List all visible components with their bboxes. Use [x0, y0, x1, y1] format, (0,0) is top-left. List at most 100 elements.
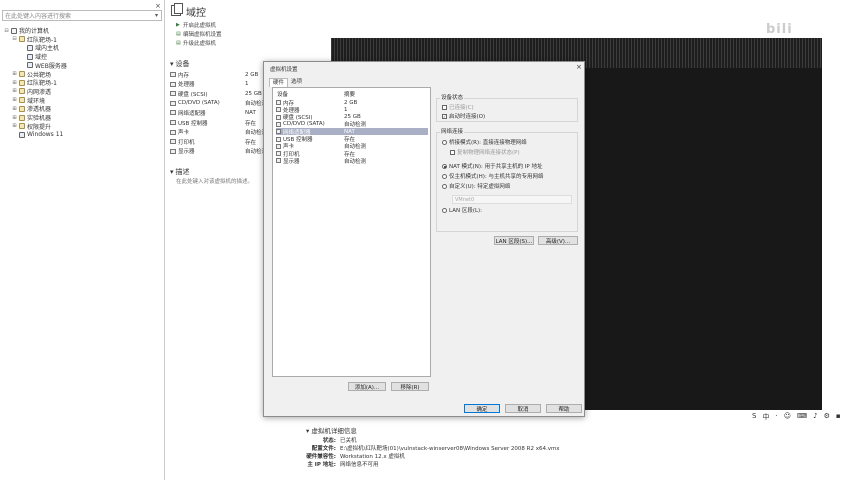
edit-icon: ▤: [176, 30, 181, 37]
page-title: 域控: [186, 8, 206, 19]
tray-icon[interactable]: ♪: [813, 412, 817, 422]
device-value: 自动检测: [245, 101, 263, 108]
detail-value: 已关机: [340, 438, 357, 444]
help-button[interactable]: 帮助: [546, 404, 582, 413]
tree-item[interactable]: ⊞ 内网渗透: [12, 87, 51, 96]
ok-button[interactable]: 确定: [464, 404, 500, 413]
close-icon[interactable]: ×: [155, 2, 161, 10]
hardware-icon: [276, 129, 281, 135]
radio-icon: [442, 207, 447, 213]
tree-item[interactable]: ⊟ 红队靶场-1: [12, 35, 57, 44]
vmnet-select[interactable]: VMnet0: [452, 195, 572, 204]
custom-radio[interactable]: 自定义(U): 特定虚拟网络: [442, 182, 510, 190]
dialog-title: 虚拟机设置: [270, 67, 298, 73]
vm-settings-dialog: 虚拟机设置 × 硬件 选项 设备 摘要 内存 2 GB 处理器 1 硬盘 (SCSI) 2…: [263, 61, 585, 417]
tree-item[interactable]: ⊞ 渗透机器: [12, 104, 51, 113]
tree-item-label: 红队靶场-1: [27, 80, 57, 88]
tray-icon[interactable]: ☺: [784, 412, 791, 422]
device-icon: [170, 100, 176, 106]
nat-radio[interactable]: NAT 模式(N): 用于共享主机的 IP 地址: [442, 162, 543, 170]
hardware-icon: [276, 107, 281, 113]
host-only-radio[interactable]: 仅主机模式(H): 与主机共享的专用网络: [442, 172, 544, 180]
tray-icon[interactable]: ·: [775, 412, 777, 422]
collapse-icon[interactable]: ⊟: [4, 28, 9, 34]
replicate-state-checkbox[interactable]: 复制物理网络连接状态(P): [450, 148, 520, 156]
connected-checkbox[interactable]: 已连接(C): [442, 103, 474, 111]
description-text[interactable]: 在此处键入对该虚拟机的描述。: [176, 177, 253, 185]
expand-icon[interactable]: ⊞: [12, 97, 17, 103]
expand-icon[interactable]: ⊞: [12, 123, 17, 129]
bridged-radio[interactable]: 桥接模式(R): 直接连接物理网络: [442, 138, 527, 146]
tree-item[interactable]: WEB服务器: [20, 61, 67, 70]
checkbox-icon: [450, 149, 455, 155]
lan-segment-radio[interactable]: LAN 区段(L):: [442, 206, 482, 214]
expand-icon[interactable]: ⊞: [12, 106, 17, 112]
play-icon: ▶: [176, 21, 180, 28]
device-value: NAT: [245, 109, 256, 116]
tree-item[interactable]: ⊞ 红队靶场-1: [12, 78, 57, 87]
cancel-button[interactable]: 取消: [505, 404, 541, 413]
device-row[interactable]: 显示器自动检测: [170, 147, 263, 156]
tree-item[interactable]: 域内主机: [20, 43, 59, 52]
chevron-down-icon[interactable]: ▾: [152, 12, 161, 19]
expand-icon[interactable]: ⊞: [12, 80, 17, 86]
power-on-command[interactable]: ▶ 开启此虚拟机: [176, 21, 216, 29]
connect-at-power-on-checkbox[interactable]: ✓ 启动时连接(O): [442, 112, 485, 120]
vm-icon: [19, 131, 25, 138]
tray-icon[interactable]: S: [752, 412, 756, 422]
tab-hardware[interactable]: 硬件: [269, 78, 289, 87]
device-row[interactable]: 网络适配器 NAT: [170, 108, 263, 117]
tree-item-label: 权限提升: [27, 123, 52, 131]
tree-item[interactable]: 域控: [20, 52, 47, 61]
tree-item[interactable]: ⊞ 域环境: [12, 96, 45, 105]
expand-icon[interactable]: ⊞: [12, 115, 17, 121]
tray-icon[interactable]: 中: [762, 412, 769, 422]
folder-icon: [19, 105, 25, 112]
advanced-button[interactable]: 高级(V)...: [538, 236, 578, 245]
library-panel: × 在此处键入内容进行搜索 ▾ ⊟ 我的计算机 ⊟ 红队靶场-1 域内主机 域控 WEB服务…: [0, 0, 165, 480]
vm-details-header[interactable]: ▾ 虚拟机详细信息: [306, 425, 357, 435]
folder-icon: [19, 123, 25, 130]
expand-icon[interactable]: ⊞: [12, 71, 17, 77]
folder-icon: [19, 36, 25, 43]
hardware-icon: [276, 114, 281, 120]
dialog-close-icon[interactable]: ×: [576, 63, 582, 71]
upgrade-command[interactable]: ▤ 升级此虚拟机: [176, 39, 216, 47]
tree-item[interactable]: ⊞ 权限提升: [12, 122, 51, 131]
description-section-header[interactable]: ▾ 描述: [170, 167, 190, 177]
tray-icon[interactable]: ⌨: [797, 412, 807, 422]
collapse-icon[interactable]: ⊟: [12, 36, 17, 42]
tray-icon[interactable]: ▪: [836, 412, 841, 422]
device-row[interactable]: 声卡自动检测: [170, 128, 263, 137]
edit-settings-command[interactable]: ▤ 编辑虚拟机设置: [176, 30, 222, 38]
hardware-summary: 1: [344, 106, 348, 113]
device-value: 存在: [245, 120, 257, 127]
library-search-input[interactable]: 在此处键入内容进行搜索 ▾: [2, 10, 162, 21]
expand-icon[interactable]: ⊞: [12, 88, 17, 94]
hardware-row[interactable]: 显示器 自动检测: [276, 157, 428, 165]
checkbox-checked-icon: ✓: [442, 113, 447, 119]
tray-icon[interactable]: ⚙: [824, 412, 830, 422]
vm-tab-icon: [171, 3, 183, 16]
device-row[interactable]: USB 控制器 存在: [170, 118, 263, 127]
detail-key: 状态:: [322, 438, 336, 444]
tree-item[interactable]: ⊟ 我的计算机: [4, 26, 49, 35]
tree-item[interactable]: Windows 11: [12, 130, 63, 139]
folder-icon: [19, 71, 25, 77]
chevron-down-icon: ▾: [170, 60, 174, 68]
devices-section-header[interactable]: ▾ 设备: [170, 59, 190, 69]
device-row[interactable]: 处理器 1: [170, 80, 263, 89]
remove-hardware-button[interactable]: 移除(R): [391, 382, 429, 391]
lan-segments-button[interactable]: LAN 区段(S)...: [494, 236, 534, 245]
device-row[interactable]: 打印机 存在: [170, 137, 263, 146]
tab-options[interactable]: 选项: [288, 78, 305, 87]
tree-item[interactable]: ⊞ 实验机器: [12, 113, 51, 122]
chevron-down-icon: ▾: [170, 168, 174, 176]
device-name: 显示器: [170, 147, 245, 155]
device-row[interactable]: 硬盘 (SCSI) 25 GB: [170, 89, 263, 98]
device-row[interactable]: 内存 2 GB: [170, 70, 263, 79]
tree-item-label: 内网渗透: [27, 88, 52, 96]
device-row[interactable]: CD/DVD (SATA)自动检测: [170, 99, 263, 108]
tree-item[interactable]: ⊞ 公共靶场: [12, 70, 51, 79]
add-hardware-button[interactable]: 添加(A)...: [348, 382, 386, 391]
